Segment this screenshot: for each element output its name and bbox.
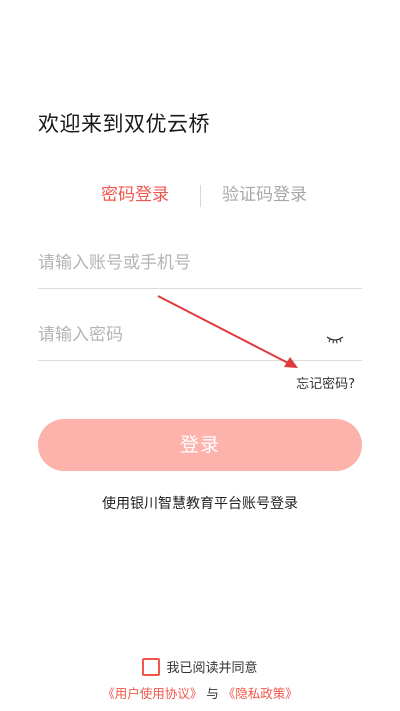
agreement-checkbox-row: 我已阅读并同意 — [0, 657, 400, 676]
forgot-password-link[interactable]: 忘记密码? — [296, 373, 355, 392]
privacy-policy-link[interactable]: 《隐私政策》 — [223, 686, 298, 701]
tab-password-login[interactable]: 密码登录 — [101, 181, 169, 209]
and-text: 与 — [206, 686, 219, 701]
alt-login-link[interactable]: 使用银川智慧教育平台账号登录 — [0, 493, 400, 513]
login-mode-tabs: 密码登录 验证码登录 — [0, 181, 400, 209]
user-agreement-link[interactable]: 《用户使用协议》 — [102, 686, 202, 701]
agreement-checkbox[interactable] — [142, 658, 161, 676]
tab-divider — [200, 185, 201, 207]
page-title: 欢迎来到双优云桥 — [38, 112, 210, 136]
agreement-checkbox-label: 我已阅读并同意 — [166, 661, 258, 676]
password-input[interactable] — [38, 312, 318, 358]
account-input[interactable] — [38, 240, 318, 286]
account-field — [38, 240, 362, 289]
password-field — [38, 312, 362, 361]
tab-code-login[interactable]: 验证码登录 — [222, 181, 307, 209]
login-button[interactable]: 登录 — [38, 419, 362, 471]
eye-closed-icon[interactable] — [326, 334, 344, 344]
agreement-links: 《用户使用协议》 与 《隐私政策》 — [0, 683, 400, 702]
